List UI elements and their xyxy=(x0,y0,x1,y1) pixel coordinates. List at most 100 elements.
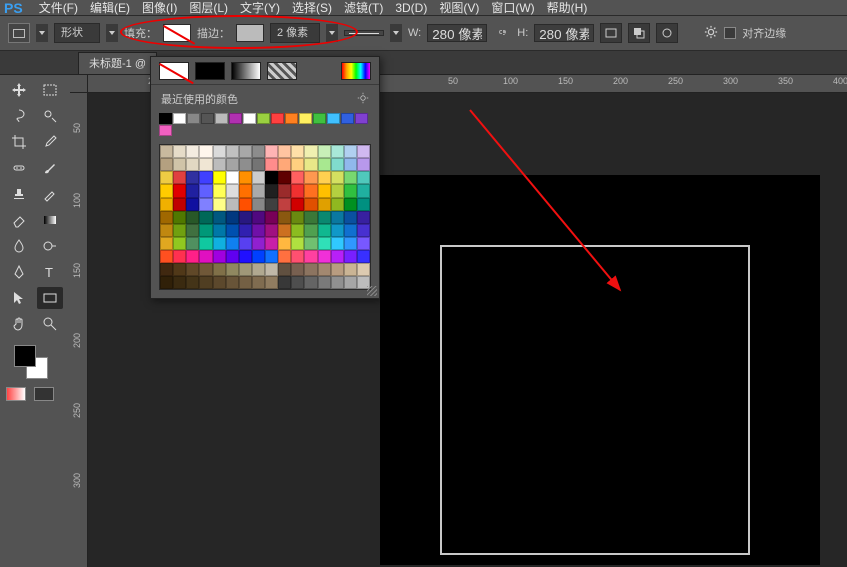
color-swatch[interactable] xyxy=(226,211,239,224)
menu-window[interactable]: 窗口(W) xyxy=(491,0,534,16)
color-swatch[interactable] xyxy=(186,224,199,237)
color-swatch[interactable] xyxy=(186,158,199,171)
color-swatch[interactable] xyxy=(226,158,239,171)
color-swatch[interactable] xyxy=(278,158,291,171)
color-swatch[interactable] xyxy=(278,224,291,237)
dodge-tool[interactable] xyxy=(37,235,63,257)
history-brush-tool[interactable] xyxy=(37,183,63,205)
color-swatch[interactable] xyxy=(331,263,344,276)
color-swatch[interactable] xyxy=(239,145,252,158)
color-swatch[interactable] xyxy=(213,224,226,237)
color-swatch[interactable] xyxy=(357,198,370,211)
color-swatch[interactable] xyxy=(331,158,344,171)
color-swatch[interactable] xyxy=(160,211,173,224)
color-swatch[interactable] xyxy=(173,276,186,289)
color-swatch[interactable] xyxy=(291,211,304,224)
color-swatch[interactable] xyxy=(173,224,186,237)
color-swatch[interactable] xyxy=(291,198,304,211)
color-swatch[interactable] xyxy=(344,237,357,250)
color-swatch[interactable] xyxy=(252,171,265,184)
color-swatch[interactable] xyxy=(344,198,357,211)
color-swatch[interactable] xyxy=(344,276,357,289)
color-swatch[interactable] xyxy=(291,145,304,158)
stroke-swatch[interactable] xyxy=(236,24,264,42)
fill-solid-button[interactable] xyxy=(195,62,225,80)
resize-handle-icon[interactable] xyxy=(367,286,377,296)
brush-tool[interactable] xyxy=(37,157,63,179)
color-swatch[interactable] xyxy=(278,211,291,224)
color-swatch[interactable] xyxy=(160,276,173,289)
color-swatch[interactable] xyxy=(265,198,278,211)
color-swatch[interactable] xyxy=(318,198,331,211)
color-swatch[interactable] xyxy=(291,224,304,237)
color-swatch[interactable] xyxy=(318,158,331,171)
recent-color-swatch[interactable] xyxy=(285,113,298,124)
color-swatch[interactable] xyxy=(186,276,199,289)
color-swatch[interactable] xyxy=(304,211,317,224)
color-swatch[interactable] xyxy=(278,276,291,289)
color-swatch[interactable] xyxy=(304,224,317,237)
swatch-menu-icon[interactable] xyxy=(357,92,369,107)
color-swatch[interactable] xyxy=(239,263,252,276)
color-swatch[interactable] xyxy=(213,198,226,211)
color-swatch[interactable] xyxy=(252,276,265,289)
color-swatch[interactable] xyxy=(291,276,304,289)
color-swatch[interactable] xyxy=(160,250,173,263)
color-swatch[interactable] xyxy=(357,211,370,224)
color-swatch[interactable] xyxy=(344,250,357,263)
color-swatch[interactable] xyxy=(357,145,370,158)
color-swatch[interactable] xyxy=(265,263,278,276)
shape-mode-select[interactable]: 形状 xyxy=(54,23,100,43)
color-swatch[interactable] xyxy=(160,171,173,184)
color-swatch[interactable] xyxy=(199,237,212,250)
color-swatch[interactable] xyxy=(199,171,212,184)
recent-color-swatch[interactable] xyxy=(243,113,256,124)
color-swatch[interactable] xyxy=(291,263,304,276)
color-swatch[interactable] xyxy=(173,237,186,250)
color-swatch[interactable] xyxy=(357,184,370,197)
color-swatch[interactable] xyxy=(199,184,212,197)
color-swatch[interactable] xyxy=(252,145,265,158)
menu-file[interactable]: 文件(F) xyxy=(39,0,78,16)
blur-tool[interactable] xyxy=(6,235,32,257)
color-swatch[interactable] xyxy=(199,224,212,237)
color-swatch[interactable] xyxy=(265,145,278,158)
color-swatch[interactable] xyxy=(278,171,291,184)
color-swatch[interactable] xyxy=(213,263,226,276)
color-swatch[interactable] xyxy=(226,198,239,211)
link-icon[interactable] xyxy=(493,24,511,42)
gradient-tool[interactable] xyxy=(37,209,63,231)
move-tool[interactable] xyxy=(6,79,32,101)
color-swatch[interactable] xyxy=(160,198,173,211)
color-swatch[interactable] xyxy=(318,145,331,158)
tool-preset-dropdown[interactable] xyxy=(36,24,48,42)
color-swatch[interactable] xyxy=(291,171,304,184)
color-swatch[interactable] xyxy=(213,211,226,224)
color-swatch[interactable] xyxy=(265,211,278,224)
menu-layer[interactable]: 图层(L) xyxy=(189,0,228,16)
color-swatch[interactable] xyxy=(226,184,239,197)
color-swatch[interactable] xyxy=(318,263,331,276)
color-swatch[interactable] xyxy=(199,158,212,171)
color-swatch[interactable] xyxy=(239,184,252,197)
color-swatch[interactable] xyxy=(265,250,278,263)
recent-color-swatch[interactable] xyxy=(173,113,186,124)
color-swatch[interactable] xyxy=(226,171,239,184)
color-swatch[interactable] xyxy=(239,211,252,224)
color-swatch[interactable] xyxy=(173,171,186,184)
color-swatch[interactable] xyxy=(318,171,331,184)
color-swatch[interactable] xyxy=(318,224,331,237)
color-swatch[interactable] xyxy=(239,198,252,211)
color-swatch[interactable] xyxy=(160,158,173,171)
color-swatch[interactable] xyxy=(226,237,239,250)
color-swatch[interactable] xyxy=(6,345,64,379)
color-swatch[interactable] xyxy=(199,263,212,276)
color-swatch[interactable] xyxy=(239,237,252,250)
color-swatch[interactable] xyxy=(278,145,291,158)
screen-mode-icon[interactable] xyxy=(34,387,54,401)
color-swatch[interactable] xyxy=(344,263,357,276)
color-swatch[interactable] xyxy=(252,184,265,197)
recent-color-swatch[interactable] xyxy=(271,113,284,124)
color-swatch[interactable] xyxy=(199,145,212,158)
color-swatch[interactable] xyxy=(186,211,199,224)
